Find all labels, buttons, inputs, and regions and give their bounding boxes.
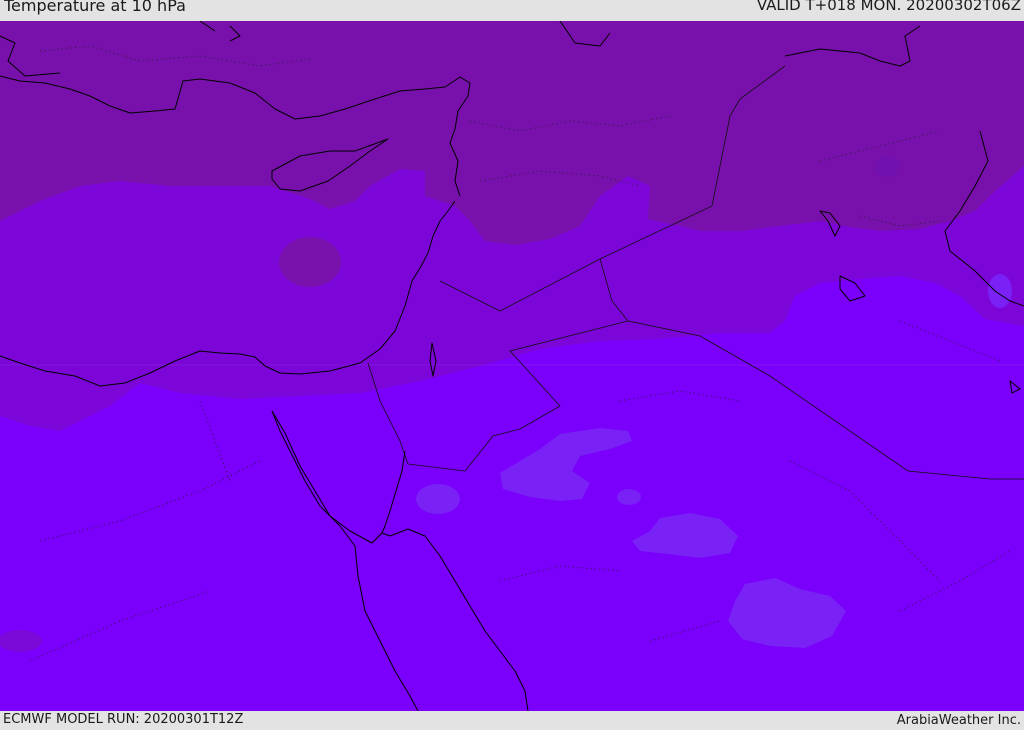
field-cold-patch: [617, 489, 641, 505]
credit-label: ArabiaWeather Inc.: [896, 713, 1021, 728]
temperature-map: [0, 21, 1024, 711]
header-bar: Temperature at 10 hPa VALID T+018 MON. 2…: [0, 0, 1024, 21]
valid-time-label: VALID T+018 MON. 20200302T06Z: [756, 0, 1021, 14]
field-cold-patch: [416, 484, 460, 514]
model-run-label: ECMWF MODEL RUN: 20200301T12Z: [3, 712, 244, 727]
field-warm-patch: [875, 157, 899, 177]
field-warm-patch: [0, 630, 42, 652]
field-warm-patch: [279, 237, 341, 287]
field-cold-patch: [988, 274, 1012, 308]
footer-bar: ECMWF MODEL RUN: 20200301T12Z ArabiaWeat…: [0, 711, 1024, 729]
map-title: Temperature at 10 hPa: [4, 0, 186, 15]
